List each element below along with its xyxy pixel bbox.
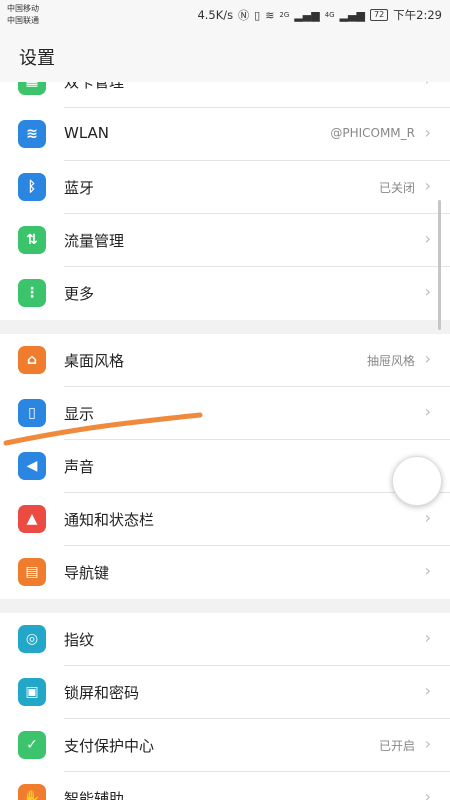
signal-1-icon: ▂▄▆ (294, 8, 320, 22)
battery-icon: 72 (369, 9, 389, 21)
home-icon: ⌂ (18, 346, 46, 374)
settings-item-label: 更多 (64, 285, 95, 303)
settings-list[interactable]: ▦双卡管理›≋WLAN@PHICOMM_R›ᛒ蓝牙已关闭›⇅流量管理›⋮更多›⌂… (0, 82, 450, 800)
display-icon: ▯ (18, 399, 46, 427)
shield-icon: ✓ (18, 731, 46, 759)
settings-item-label: 指纹 (64, 631, 95, 649)
status-bar: 中国移动 中国联通 4.5K/s Ⓝ ▯ ≋ 2G ▂▄▆ 4G ▂▄▆ 72 … (0, 0, 450, 30)
speaker-icon: ◀ (18, 452, 46, 480)
group-divider (0, 599, 450, 613)
sim-card-icon: ▦ (18, 82, 46, 95)
settings-group: ▦ 双卡管理 › ≋ WLAN @PHICOMM_R › ᛒ 蓝牙 已关闭 › ⇅ 流量管理 › ⋮ 更多 › (0, 82, 450, 320)
chevron-right-icon: › (424, 561, 431, 580)
settings-item-more[interactable]: ⋮ 更多 › (0, 267, 450, 320)
hand-icon: ✋ (18, 784, 46, 800)
settings-item-label: 声音 (64, 458, 95, 476)
chevron-right-icon: › (424, 402, 431, 421)
sim2-type: 4G (324, 11, 335, 19)
status-icons: 4.5K/s Ⓝ ▯ ≋ 2G ▂▄▆ 4G ▂▄▆ 72 下午2:29 (197, 6, 442, 24)
settings-item-label: 蓝牙 (64, 179, 95, 197)
chevron-right-icon: › (424, 787, 431, 800)
settings-item-label: 显示 (64, 405, 95, 423)
settings-item-label: WLAN (64, 124, 110, 142)
settings-item-label: 通知和状态栏 (64, 511, 155, 529)
settings-item-value: @PHICOMM_R (330, 126, 415, 140)
settings-item-notifications[interactable]: ▲ 通知和状态栏 › (0, 493, 450, 546)
settings-item-label: 智能辅助 (64, 790, 125, 800)
carrier-1: 中国移动 (7, 4, 39, 13)
settings-item-label: 桌面风格 (64, 352, 125, 370)
scrollbar[interactable] (438, 200, 441, 330)
title-bar: 设置 (0, 30, 450, 82)
bluetooth-icon: ᛒ (18, 173, 46, 201)
settings-item-bluetooth[interactable]: ᛒ 蓝牙 已关闭 › (0, 161, 450, 214)
settings-item-data-usage[interactable]: ⇅ 流量管理 › (0, 214, 450, 267)
bell-icon: ▲ (18, 505, 46, 533)
settings-item-value: 已开启 (378, 739, 415, 753)
clock: 下午2:29 (393, 8, 442, 22)
signal-2-icon: ▂▄▆ (339, 8, 365, 22)
settings-item-label: 导航键 (64, 564, 110, 582)
settings-group: ⌂桌面风格抽屉风格›▯显示›◀声音›▲通知和状态栏›▤导航键› (0, 334, 450, 599)
network-speed: 4.5K/s (197, 8, 234, 22)
settings-group: ◎ 指纹 › ▣ 锁屏和密码 › ✓ 支付保护中心 已开启 › ✋ 智能辅助 › (0, 613, 450, 800)
chevron-right-icon: › (424, 349, 431, 368)
settings-item-lockscreen[interactable]: ▣ 锁屏和密码 › (0, 666, 450, 719)
nfc-icon: Ⓝ (238, 9, 250, 22)
chevron-right-icon: › (424, 229, 431, 248)
settings-item-value: 已关闭 (378, 181, 415, 195)
wifi-status-icon: ≋ (265, 8, 275, 22)
settings-item-payment-protection[interactable]: ✓ 支付保护中心 已开启 › (0, 719, 450, 772)
lock-icon: ▣ (18, 678, 46, 706)
settings-item-wlan[interactable]: ≋ WLAN @PHICOMM_R › (0, 108, 450, 161)
floating-assist-button[interactable] (392, 456, 442, 506)
settings-groups: ▦双卡管理›≋WLAN@PHICOMM_R›ᛒ蓝牙已关闭›⇅流量管理›⋮更多›⌂… (0, 82, 450, 800)
settings-item-label: 双卡管理 (64, 82, 125, 91)
settings-item-dual-card[interactable]: ▦ 双卡管理 › (0, 82, 450, 108)
settings-item-display[interactable]: ▯ 显示 › (0, 387, 450, 440)
settings-item-value: 抽屉风格 (366, 354, 415, 368)
sim1-type: 2G (279, 11, 290, 19)
chevron-right-icon: › (424, 734, 431, 753)
carrier-2: 中国联通 (7, 16, 39, 25)
settings-item-sound[interactable]: ◀声音› (0, 440, 450, 493)
settings-item-fingerprint[interactable]: ◎ 指纹 › (0, 613, 450, 666)
nav-keys-icon: ▤ (18, 558, 46, 586)
settings-item-label: 锁屏和密码 (64, 684, 140, 702)
more-icon: ⋮ (18, 279, 46, 307)
group-divider (0, 320, 450, 334)
wifi-icon: ≋ (18, 120, 46, 148)
chevron-right-icon: › (424, 176, 431, 195)
chevron-right-icon: › (424, 282, 431, 301)
settings-item-nav-keys[interactable]: ▤ 导航键 › (0, 546, 450, 599)
vibrate-icon: ▯ (254, 8, 261, 22)
data-usage-icon: ⇅ (18, 226, 46, 254)
settings-item-label: 支付保护中心 (64, 737, 155, 755)
page-title: 设置 (19, 48, 55, 69)
chevron-right-icon: › (424, 123, 431, 142)
chevron-right-icon: › (424, 681, 431, 700)
settings-item-label: 流量管理 (64, 232, 125, 250)
chevron-right-icon: › (424, 508, 431, 527)
settings-item-home-style[interactable]: ⌂ 桌面风格 抽屉风格 › (0, 334, 450, 387)
chevron-right-icon: › (425, 82, 431, 89)
fingerprint-icon: ◎ (18, 625, 46, 653)
chevron-right-icon: › (424, 628, 431, 647)
settings-item-accessibility[interactable]: ✋ 智能辅助 › (0, 772, 450, 800)
